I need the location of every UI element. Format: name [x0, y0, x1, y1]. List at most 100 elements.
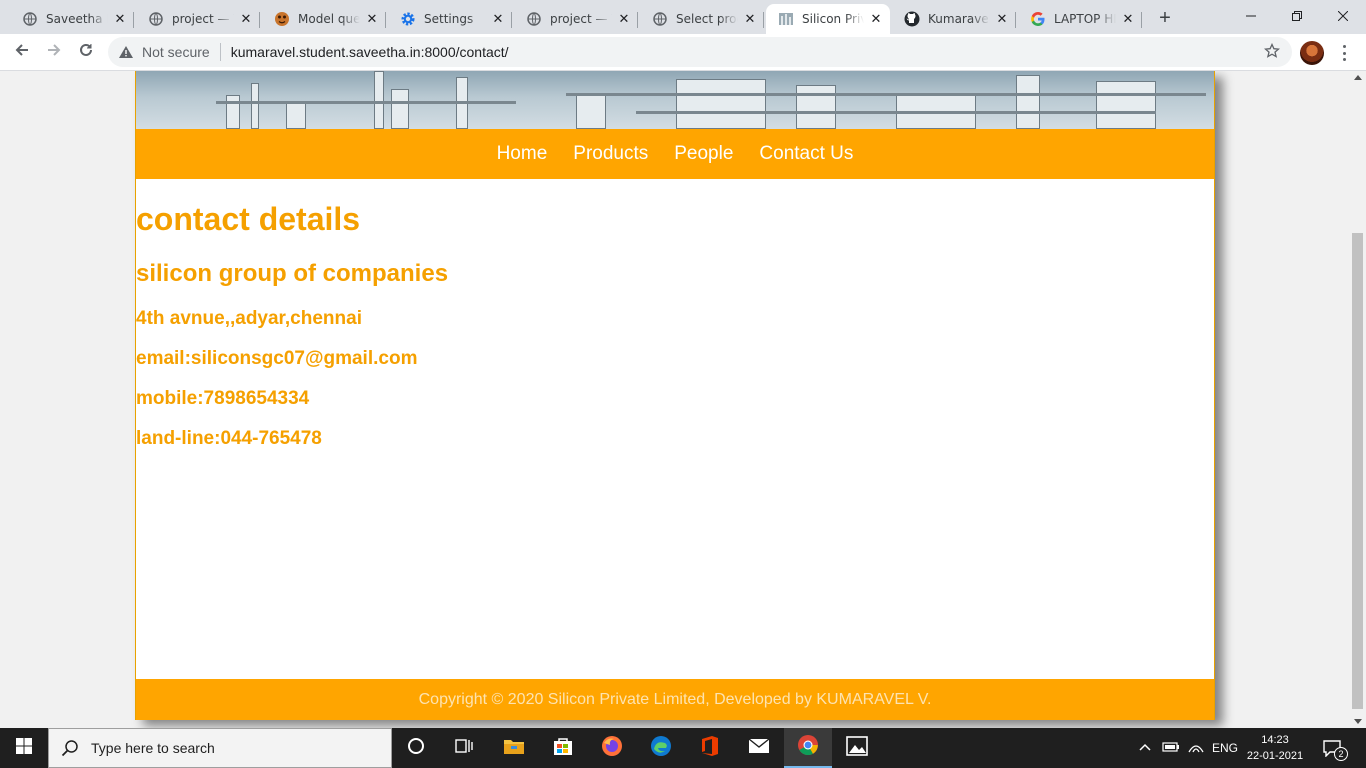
page-scrollbar[interactable] [1350, 71, 1366, 728]
show-hidden-icons[interactable] [1138, 728, 1152, 768]
close-icon[interactable]: ✕ [112, 11, 128, 27]
microsoft-store-button[interactable] [539, 728, 587, 768]
reload-button[interactable] [72, 38, 100, 66]
firefox-button[interactable] [588, 728, 636, 768]
chevron-up-icon [1138, 741, 1152, 755]
company-name: silicon group of companies [136, 260, 449, 287]
windows-start-button[interactable] [0, 728, 48, 768]
more-icon[interactable] [1336, 43, 1352, 63]
globe-icon [148, 11, 164, 27]
windows-taskbar: Type here to search ENG 14:23 22-01-2021… [0, 728, 1366, 768]
arrow-left-icon [14, 42, 30, 63]
warning-icon[interactable] [118, 45, 134, 59]
page-title: contact details [136, 201, 361, 237]
chrome-button[interactable] [784, 728, 832, 768]
task-view-button[interactable] [440, 728, 488, 768]
scrollbar-thumb[interactable] [1352, 233, 1363, 709]
office-button[interactable] [686, 728, 734, 768]
url-text[interactable]: kumaravel.student.saveetha.in:8000/conta… [231, 44, 509, 60]
cookie-icon [274, 11, 290, 27]
cortana-icon [407, 737, 425, 760]
back-button[interactable] [8, 38, 36, 66]
chrome-icon [797, 734, 819, 761]
nav-home[interactable]: Home [497, 143, 548, 165]
battery-icon [1162, 741, 1180, 756]
minimize-button[interactable] [1228, 0, 1274, 32]
windows-logo-icon [16, 737, 32, 759]
nav-products[interactable]: Products [573, 143, 648, 165]
forward-button[interactable] [40, 38, 68, 66]
tab-title: Kumaravel6 [928, 12, 990, 26]
avatar[interactable] [1300, 41, 1324, 65]
close-icon[interactable]: ✕ [364, 11, 380, 27]
tab-github[interactable]: Kumaravel6 ✕ [892, 4, 1016, 34]
edge-icon [650, 735, 672, 762]
task-view-icon [455, 737, 473, 760]
action-center-button[interactable]: 2 [1322, 728, 1348, 768]
nav-contact-us[interactable]: Contact Us [759, 143, 853, 165]
system-clock[interactable]: 14:23 22-01-2021 [1240, 732, 1310, 764]
address-text: 4th avnue,,adyar,chennai [136, 308, 362, 329]
tab-title: Silicon Private Limited [802, 12, 864, 26]
tab-silicon-private[interactable]: Silicon Private Limited ✕ [766, 4, 890, 34]
battery-indicator[interactable] [1162, 728, 1180, 768]
star-icon[interactable] [1263, 42, 1281, 62]
edge-button[interactable] [637, 728, 685, 768]
close-icon[interactable]: ✕ [994, 11, 1010, 27]
address-bar[interactable]: Not secure kumaravel.student.saveetha.in… [108, 37, 1292, 67]
tab-project-admin[interactable]: project — The Django admin ✕ [136, 4, 260, 34]
store-icon [553, 736, 573, 761]
site-container: Home Products People Contact Us contact … [135, 71, 1215, 720]
close-icon[interactable]: ✕ [742, 11, 758, 27]
tab-strip: Saveetha Engineering College ✕ project —… [0, 0, 1366, 34]
tab-title: Settings [424, 12, 474, 26]
office-icon [700, 735, 720, 762]
security-label[interactable]: Not secure [142, 44, 210, 60]
folder-icon [503, 737, 525, 760]
tab-laptop-hd[interactable]: LAPTOP HD ✕ [1018, 4, 1142, 34]
wifi-indicator[interactable] [1188, 728, 1204, 768]
reload-icon [78, 42, 94, 63]
clock-date: 22-01-2021 [1246, 750, 1304, 762]
page-viewport: Home Products People Contact Us contact … [0, 71, 1350, 728]
tab-select-products[interactable]: Select products ✕ [640, 4, 764, 34]
close-icon[interactable]: ✕ [238, 11, 254, 27]
main-nav: Home Products People Contact Us [136, 129, 1214, 179]
language-indicator[interactable]: ENG [1212, 728, 1238, 768]
landline-text: land-line:044-765478 [136, 428, 322, 449]
tab-saveetha[interactable]: Saveetha Engineering College ✕ [10, 4, 134, 34]
cortana-button[interactable] [392, 728, 440, 768]
scroll-up-icon[interactable] [1354, 75, 1362, 80]
globe-icon [22, 11, 38, 27]
photos-icon [846, 735, 868, 761]
tab-title: project — The Django admin [172, 12, 234, 26]
scroll-down-icon[interactable] [1354, 719, 1362, 724]
taskbar-search-box[interactable]: Type here to search [48, 728, 392, 768]
close-icon[interactable]: ✕ [868, 11, 884, 27]
tab-title: Saveetha Engineering College [46, 12, 108, 26]
firefox-icon [601, 735, 623, 762]
restore-button[interactable] [1274, 0, 1320, 32]
photos-button[interactable] [833, 728, 881, 768]
close-window-button[interactable] [1320, 0, 1366, 32]
close-icon[interactable]: ✕ [1120, 11, 1136, 27]
nav-people[interactable]: People [674, 143, 733, 165]
close-icon[interactable]: ✕ [490, 11, 506, 27]
mail-button[interactable] [735, 728, 783, 768]
new-tab-button[interactable]: + [1152, 6, 1178, 30]
site-footer: Copyright © 2020 Silicon Private Limited… [136, 679, 1214, 720]
close-icon[interactable]: ✕ [616, 11, 632, 27]
google-icon [1030, 11, 1046, 27]
browser-toolbar: Not secure kumaravel.student.saveetha.in… [0, 34, 1366, 71]
tab-project-admin-2[interactable]: project — The Django admin ✕ [514, 4, 638, 34]
notification-count-badge: 2 [1334, 747, 1348, 761]
github-icon [904, 11, 920, 27]
file-explorer-button[interactable] [490, 728, 538, 768]
clock-time: 14:23 [1261, 734, 1289, 746]
tab-title: Model questions [298, 12, 360, 26]
tab-model-questions[interactable]: Model questions ✕ [262, 4, 386, 34]
tab-settings[interactable]: Settings ✕ [388, 4, 512, 34]
globe-icon [526, 11, 542, 27]
search-icon [61, 739, 79, 757]
mobile-text: mobile:7898654334 [136, 388, 310, 409]
